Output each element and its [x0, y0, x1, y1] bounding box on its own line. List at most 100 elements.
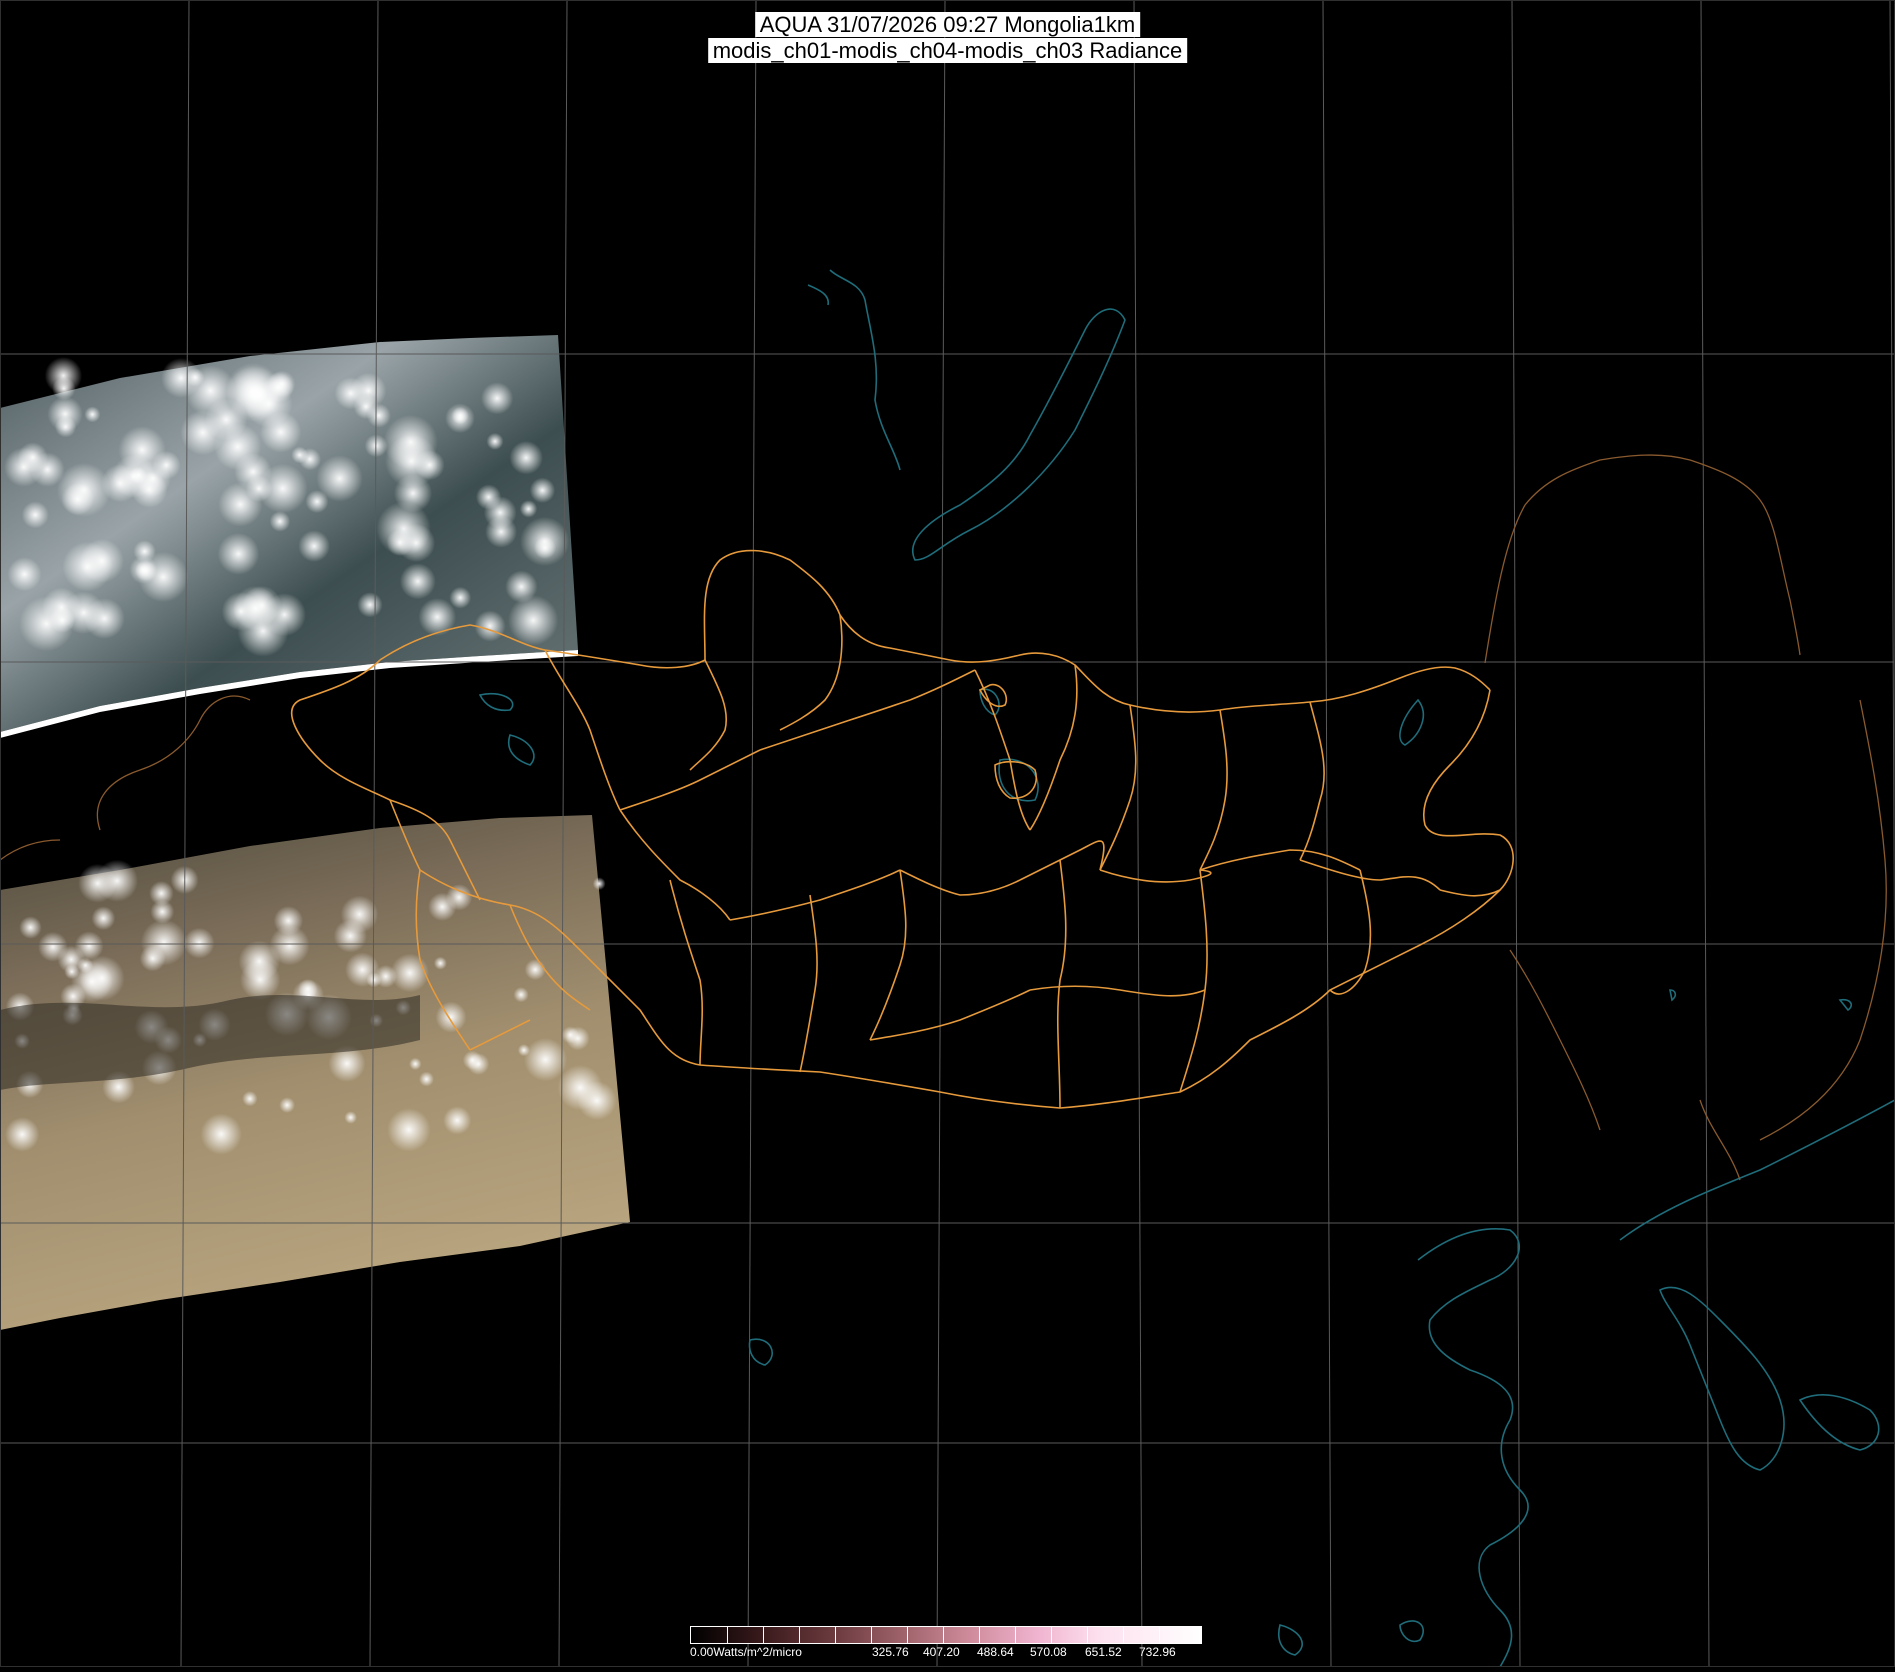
colorbar-tick: [871, 1627, 872, 1644]
colorbar-tick: [1051, 1627, 1052, 1644]
colorbar-tick: [1123, 1627, 1124, 1644]
cloud-blob: [62, 541, 113, 592]
map-canvas: AQUA 31/07/2026 09:27 Mongolia1km modis_…: [0, 0, 1895, 1668]
cloud-blob: [183, 927, 215, 959]
cloud-blob: [21, 501, 49, 529]
cloud-blob: [409, 1057, 422, 1071]
cloud-blob: [298, 530, 330, 562]
satellite-swath-south: [0, 815, 630, 1330]
cloud-blob: [592, 877, 606, 891]
cloud-blob: [19, 916, 42, 939]
meridian-line: [1133, 0, 1143, 1668]
satellite-swath-north: [0, 335, 578, 738]
cloud-blob: [344, 1111, 358, 1124]
coastlines: [478, 269, 1895, 1668]
cloud-blob: [269, 511, 291, 532]
cloud-blob: [474, 610, 506, 642]
cloud-blob: [151, 450, 181, 480]
colorbar-tick: [835, 1627, 836, 1644]
cloud-blob: [529, 477, 556, 503]
cloud-blob: [517, 1044, 531, 1057]
colorbar-legend: 0.00Watts/m^2/micro 325.76 407.20 488.64…: [690, 1626, 1205, 1664]
cloud-blob: [217, 533, 260, 575]
cloud-blob: [376, 501, 432, 557]
cloud-blob: [240, 959, 281, 1000]
cloud-blob: [366, 403, 391, 428]
colorbar-unit-label: 0.00Watts/m^2/micro: [690, 1645, 802, 1659]
cloud-blob: [443, 1106, 472, 1135]
colorbar-tick-label: 570.08: [1030, 1645, 1067, 1659]
colorbar-tick: [979, 1627, 980, 1644]
title-line-1: AQUA 31/07/2026 09:27 Mongolia1km: [754, 12, 1141, 37]
cloud-blob: [291, 446, 309, 464]
cloud-blob: [334, 377, 367, 410]
map-frame: [0, 0, 1895, 1667]
cloud-blob: [64, 964, 80, 980]
cloud-blob: [519, 500, 538, 518]
cloud-blob: [186, 368, 205, 387]
cloud-blob: [218, 482, 263, 527]
colorbar-tick: [943, 1627, 944, 1644]
cloud-blob: [557, 1065, 603, 1111]
colorbar-tick: [1159, 1627, 1160, 1644]
cloud-blob: [91, 906, 116, 931]
cloud-blob: [30, 452, 65, 487]
meridian-line: [1700, 0, 1710, 1668]
meridian-line: [1322, 0, 1332, 1668]
cloud-blob: [260, 411, 302, 453]
cloud-blob: [561, 1026, 579, 1044]
colorbar-tick: [1015, 1627, 1016, 1644]
colorbar-tick: [1087, 1627, 1088, 1644]
cloud-blob: [357, 592, 383, 618]
cloud-blob: [508, 595, 559, 646]
colorbar-tick-label: 732.96: [1139, 1645, 1176, 1659]
meridian-line: [1511, 0, 1521, 1668]
cloud-blob: [129, 466, 147, 484]
cloud-blob: [513, 987, 529, 1003]
cloud-blob: [78, 863, 117, 903]
cloud-blob: [445, 403, 475, 434]
colorbar-tick: [907, 1627, 908, 1644]
colorbar-ramp: [690, 1626, 1202, 1644]
colorbar-tick-label: 407.20: [923, 1645, 960, 1659]
colorbar-tick: [727, 1627, 728, 1644]
cloud-blob: [242, 1091, 258, 1107]
cloud-blob: [140, 919, 187, 966]
cloud-blob: [435, 1001, 467, 1033]
cloud-blob: [509, 440, 543, 475]
cloud-blob: [462, 1050, 482, 1070]
cloud-blob: [221, 592, 261, 631]
cloud-blob: [5, 1117, 40, 1152]
cloud-blob: [445, 884, 473, 911]
map-title: AQUA 31/07/2026 09:27 Mongolia1km modis_…: [707, 12, 1188, 64]
title-line-2: modis_ch01-modis_ch04-modis_ch03 Radianc…: [707, 38, 1188, 63]
cloud-blob: [449, 586, 472, 609]
cloud-blob: [485, 515, 517, 548]
cloud-blob: [38, 931, 68, 962]
cloud-blob: [61, 482, 95, 516]
cloud-blob: [387, 1108, 431, 1152]
cloud-blob: [129, 555, 158, 584]
meridian-line: [747, 0, 757, 1668]
cloud-blob: [486, 432, 504, 450]
meridian-line: [936, 0, 946, 1668]
map-svg: [0, 0, 1895, 1668]
cloud-blob: [505, 570, 538, 603]
colorbar-tick-label: 325.76: [872, 1645, 909, 1659]
cloud-blob: [333, 919, 367, 953]
colorbar-tick-label: 651.52: [1085, 1645, 1122, 1659]
colorbar-tick: [799, 1627, 800, 1644]
cloud-blob: [279, 1097, 295, 1113]
cloud-blob: [523, 1038, 568, 1082]
cloud-blob: [419, 1071, 434, 1087]
cloud-blob: [200, 1113, 242, 1155]
meridian-line: [180, 0, 190, 1668]
colorbar-tick-label: 488.64: [977, 1645, 1014, 1659]
cloud-blob: [399, 563, 436, 600]
cloud-blob: [54, 416, 77, 438]
cloud-blob: [533, 536, 557, 560]
cloud-blob: [418, 598, 457, 636]
cloud-blob: [345, 952, 380, 987]
graticule: [0, 0, 1895, 1668]
cloud-blob: [433, 956, 447, 970]
